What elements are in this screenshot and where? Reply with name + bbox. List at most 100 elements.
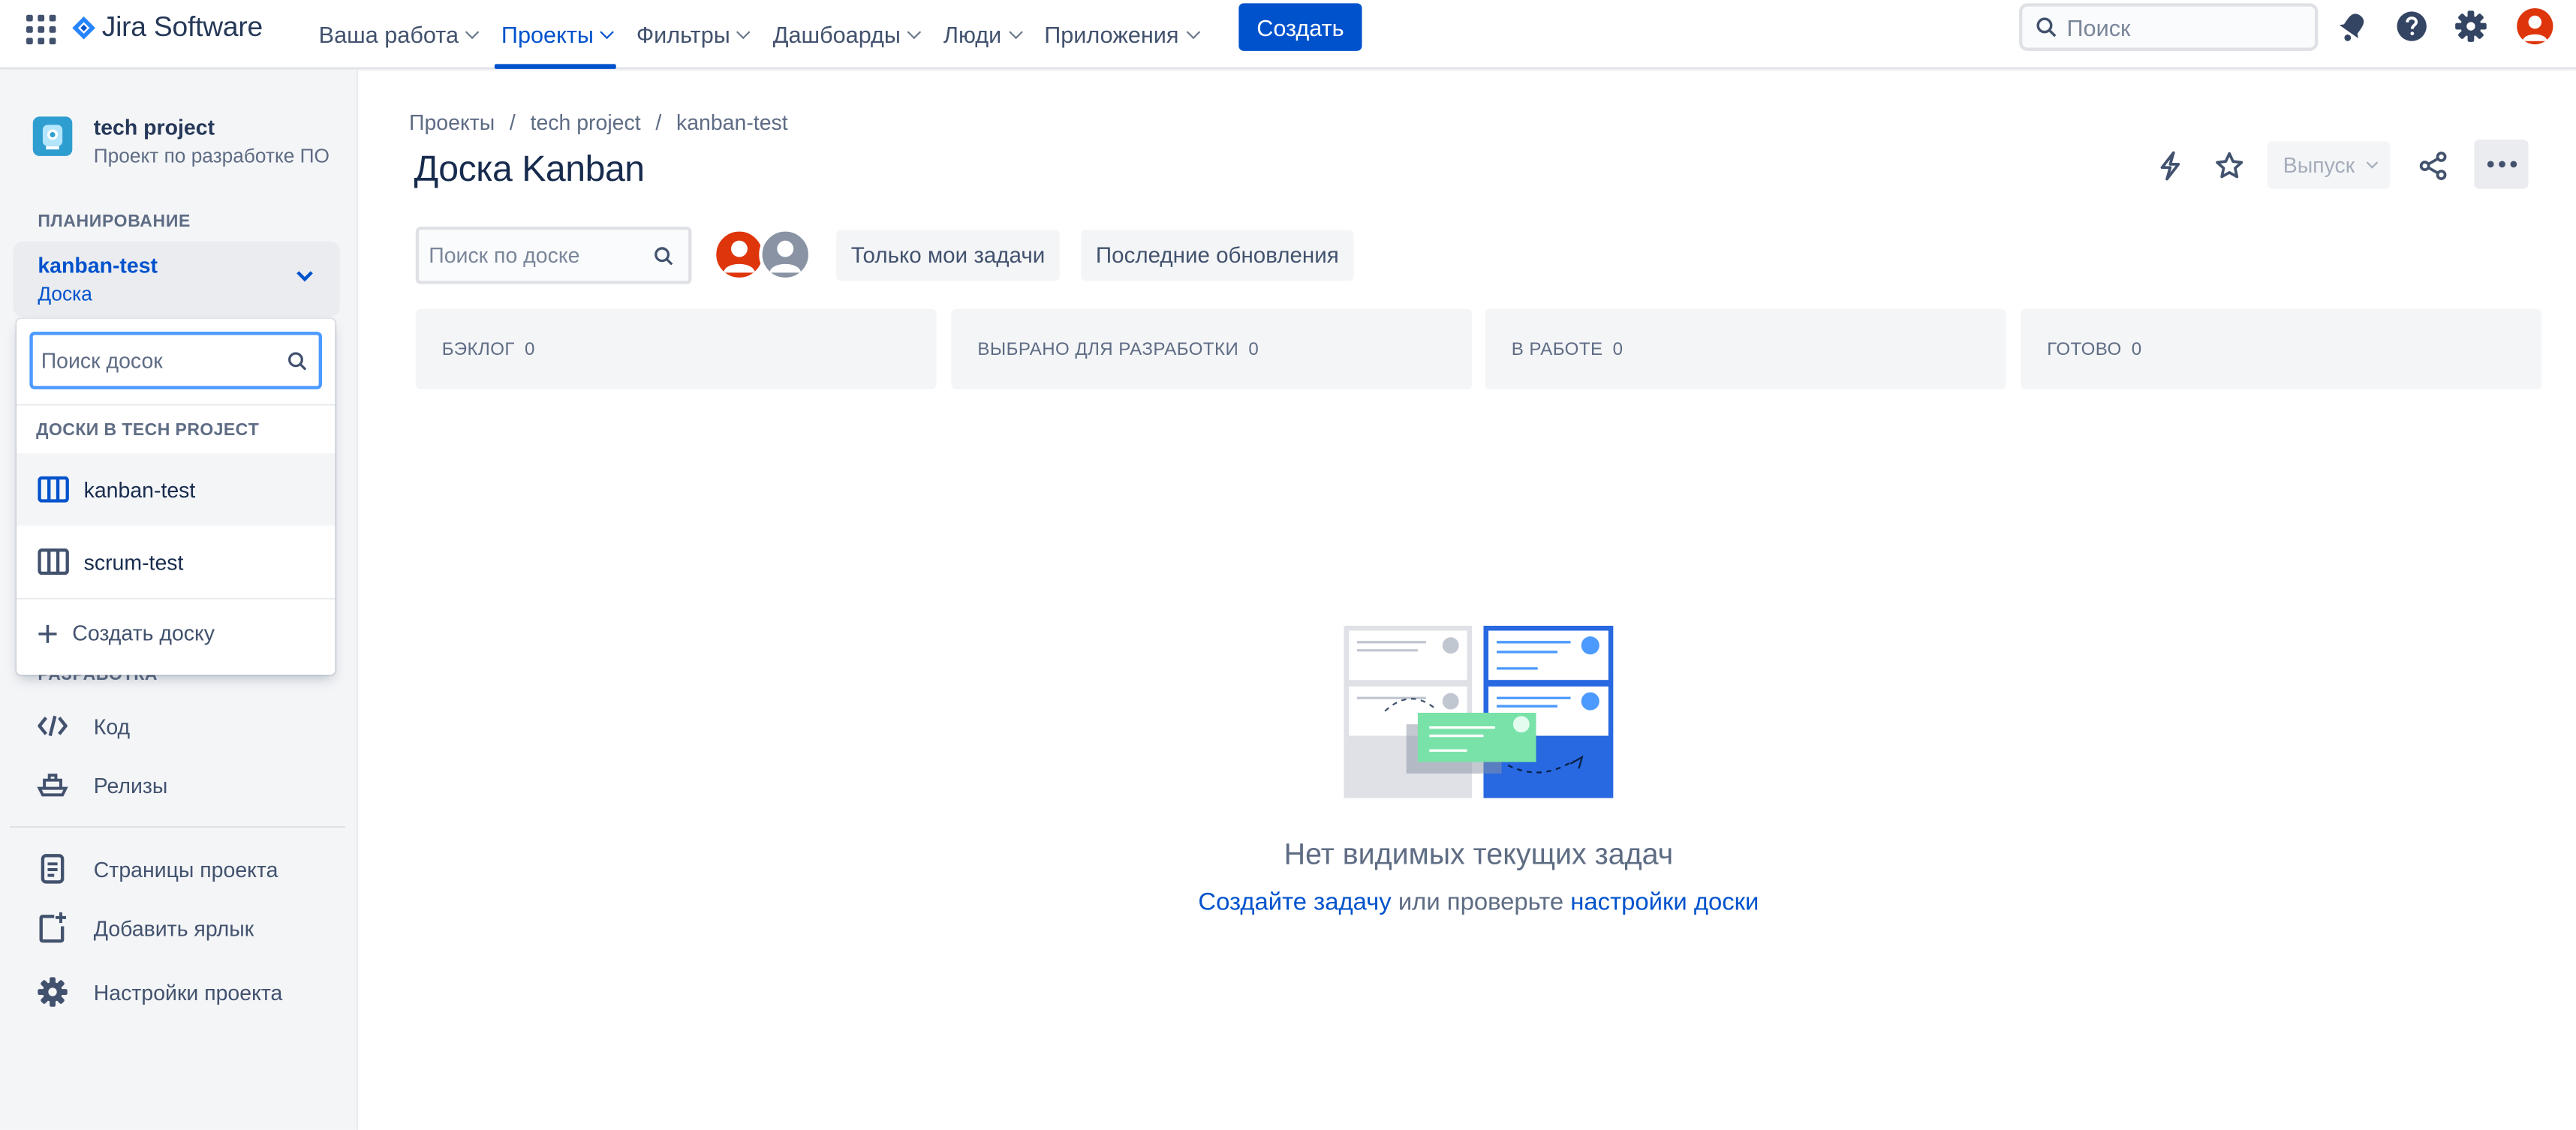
- nav-apps[interactable]: Приложения: [1031, 0, 1208, 69]
- nav-dashboards[interactable]: Дашбоарды: [760, 0, 930, 69]
- sidebar-item-code[interactable]: Код: [36, 706, 130, 746]
- jira-logo[interactable]: Jira Software: [72, 11, 263, 44]
- only-my-issues-filter[interactable]: Только мои задачи: [836, 230, 1060, 281]
- code-icon: [36, 710, 69, 743]
- settings-icon[interactable]: [2454, 8, 2487, 48]
- sidebar-item-project-settings[interactable]: Настройки проекта: [36, 972, 282, 1012]
- more-actions-button[interactable]: [2474, 140, 2529, 189]
- column-name: В РАБОТЕ: [1511, 338, 1603, 359]
- nav-your-work[interactable]: Ваша работа: [305, 0, 488, 69]
- board-item-label: scrum-test: [83, 549, 184, 574]
- plus-icon: [38, 624, 57, 642]
- sidebar-item-label: Страницы проекта: [93, 856, 278, 882]
- project-avatar: [32, 116, 73, 156]
- board-item-kanban-test[interactable]: kanban-test: [16, 453, 336, 526]
- column-count: 0: [1612, 338, 1624, 359]
- column-done: ГОТОВО 0: [2021, 308, 2542, 389]
- sidebar-item-add-shortcut[interactable]: Добавить ярлык: [36, 908, 254, 948]
- chevron-down-icon: [465, 25, 480, 40]
- sidebar-item-label: Релизы: [93, 772, 168, 798]
- empty-state-message: Создайте задачу или проверьте настройки …: [1068, 888, 1889, 916]
- column-backlog: БЭКЛОГ 0: [415, 308, 937, 389]
- app-switcher-icon[interactable]: [26, 14, 56, 45]
- breadcrumb: Проекты / tech project / kanban-test: [409, 110, 788, 135]
- help-icon[interactable]: [2395, 8, 2428, 48]
- chevron-down-icon: [600, 25, 615, 40]
- star-button[interactable]: [2204, 141, 2254, 188]
- dropdown-divider: [16, 404, 336, 406]
- jira-logo-icon: [72, 16, 95, 40]
- ship-icon: [36, 768, 69, 801]
- board-search-input[interactable]: [41, 348, 272, 373]
- column-in-progress: В РАБОТЕ 0: [1485, 308, 2006, 389]
- global-search[interactable]: [2019, 3, 2319, 51]
- nav-label: Дашбоарды: [772, 21, 901, 48]
- breadcrumb-separator: /: [655, 110, 662, 135]
- breadcrumb-projects[interactable]: Проекты: [409, 110, 495, 135]
- nav-filters[interactable]: Фильтры: [623, 0, 760, 69]
- lightning-icon: [2160, 150, 2180, 180]
- chevron-down-icon: [1185, 25, 1200, 40]
- search-icon: [655, 247, 673, 266]
- assignee-avatar[interactable]: [712, 228, 766, 281]
- column-name: БЭКЛОГ: [441, 338, 515, 359]
- global-search-input[interactable]: [2066, 14, 2297, 41]
- breadcrumb-board[interactable]: kanban-test: [676, 110, 788, 135]
- notifications-icon[interactable]: [2336, 8, 2369, 48]
- board-item-scrum-test[interactable]: scrum-test: [17, 525, 336, 597]
- more-dot: [2509, 161, 2517, 168]
- share-icon: [2419, 151, 2447, 179]
- chevron-down-icon: [1008, 25, 1023, 40]
- nav-menu: Ваша работа Проекты Фильтры Дашбоарды Лю…: [305, 0, 1208, 69]
- create-board-label: Создать доску: [72, 621, 215, 646]
- column-count: 0: [2131, 338, 2142, 359]
- nav-label: Фильтры: [636, 21, 730, 48]
- board-filter-input[interactable]: [429, 242, 642, 268]
- project-name: tech project: [93, 115, 215, 140]
- nav-label: Люди: [943, 21, 1002, 48]
- breadcrumb-separator: /: [509, 110, 516, 135]
- chevron-down-icon: [296, 265, 313, 282]
- column-count: 0: [1248, 338, 1259, 359]
- board-selector-name: kanban-test: [38, 253, 158, 278]
- board-icon: [38, 476, 69, 503]
- sidebar-item-project-pages[interactable]: Страницы проекта: [36, 849, 278, 889]
- create-issue-link[interactable]: Создайте задачу: [1198, 888, 1391, 916]
- nav-projects[interactable]: Проекты: [488, 0, 623, 69]
- gear-icon: [36, 975, 69, 1008]
- empty-state-middle: или проверьте: [1391, 888, 1571, 917]
- nav-people[interactable]: Люди: [930, 0, 1031, 69]
- create-button[interactable]: Создать: [1238, 3, 1362, 51]
- board-item-label: kanban-test: [83, 476, 196, 502]
- sidebar-item-label: Код: [93, 714, 131, 738]
- dropdown-divider: [16, 597, 336, 600]
- sidebar-item-label: Добавить ярлык: [93, 915, 254, 941]
- project-header[interactable]: tech project Проект по разработке ПО: [32, 115, 330, 167]
- board-settings-link[interactable]: настройки доски: [1570, 888, 1759, 916]
- board-switcher-dropdown: ДОСКИ В TECH PROJECT kanban-test scrum-t…: [16, 318, 336, 675]
- user-avatar[interactable]: [2517, 8, 2553, 45]
- sidebar-divider: [10, 825, 345, 828]
- board-filter-search[interactable]: [415, 227, 692, 284]
- breadcrumb-project[interactable]: tech project: [531, 110, 641, 135]
- create-board-button[interactable]: Создать доску: [38, 621, 215, 645]
- dropdown-heading: ДОСКИ В TECH PROJECT: [36, 420, 260, 440]
- chevron-down-icon: [736, 25, 751, 40]
- page-icon: [36, 852, 69, 885]
- board-selector[interactable]: kanban-test Доска: [13, 241, 341, 317]
- column-count: 0: [524, 338, 535, 359]
- sidebar-item-releases[interactable]: Релизы: [36, 765, 167, 805]
- page-title: Доска Kanban: [414, 147, 646, 189]
- release-button[interactable]: Выпуск: [2267, 141, 2391, 189]
- recently-updated-filter[interactable]: Последние обновления: [1081, 230, 1354, 281]
- empty-state-title: Нет видимых текущих задач: [1283, 837, 1674, 871]
- nav-label: Ваша работа: [318, 21, 459, 48]
- unassigned-avatar[interactable]: [759, 228, 812, 281]
- search-icon: [2036, 17, 2057, 38]
- board-search-field[interactable]: [29, 332, 323, 389]
- share-button[interactable]: [2409, 141, 2458, 188]
- sidebar-item-label: Настройки проекта: [93, 979, 283, 1005]
- automation-button[interactable]: [2146, 141, 2195, 188]
- jira-app: Jira Software Ваша работа Проекты Фильтр…: [0, 0, 2576, 1130]
- chevron-down-icon: [2367, 157, 2379, 169]
